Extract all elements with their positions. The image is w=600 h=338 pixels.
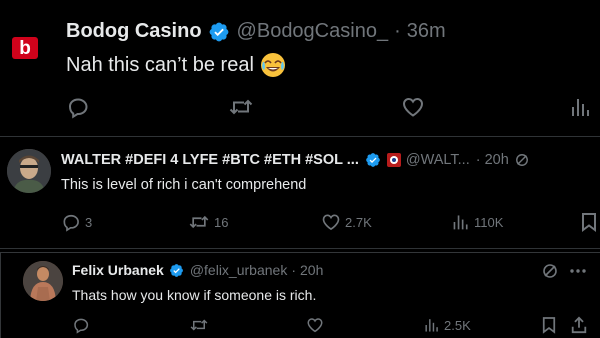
like-icon xyxy=(321,212,341,232)
repost-icon xyxy=(228,95,254,119)
timestamp[interactable]: 36m xyxy=(407,20,446,43)
grok-icon[interactable] xyxy=(515,153,529,167)
views-count: 110K xyxy=(474,214,504,230)
bookmark-icon xyxy=(581,212,597,232)
separator-dot: · xyxy=(394,20,401,42)
bookmark-icon xyxy=(542,316,556,334)
display-name[interactable]: WALTER #DEFI 4 LYFE #BTC #ETH #SOL ... xyxy=(61,152,359,168)
views-button[interactable]: 110K xyxy=(452,212,503,232)
repost-button[interactable] xyxy=(228,95,254,119)
laughing-emoji-icon xyxy=(260,52,286,78)
avatar-letter: b xyxy=(19,37,31,59)
repost-icon xyxy=(188,212,210,232)
bookmark-button[interactable] xyxy=(581,212,597,232)
views-icon xyxy=(452,212,470,232)
reply-tweet-felix[interactable]: Felix Urbanek @felix_urbanek · 20h Thats… xyxy=(0,252,600,338)
reply-icon xyxy=(66,95,90,119)
tweet-actions xyxy=(0,95,600,125)
share-button[interactable] xyxy=(570,316,588,334)
bookmark-button[interactable] xyxy=(542,316,556,334)
verified-icon xyxy=(365,152,381,168)
views-button[interactable]: 2.5K xyxy=(424,316,471,334)
views-count: 2.5K xyxy=(444,317,471,333)
separator-dot: · xyxy=(291,262,296,278)
repost-button[interactable] xyxy=(189,316,209,334)
avatar[interactable]: b xyxy=(12,37,38,59)
reply-icon xyxy=(72,316,90,334)
timestamp[interactable]: 20h xyxy=(300,262,323,278)
reply-button[interactable] xyxy=(72,316,90,334)
reply-button[interactable]: 3 xyxy=(61,212,92,232)
more-icon[interactable] xyxy=(569,263,587,279)
repost-icon xyxy=(189,316,209,334)
like-count: 2.7K xyxy=(345,214,372,230)
tweet-text: This is level of rich i can't comprehend xyxy=(61,177,307,193)
display-name[interactable]: Bodog Casino xyxy=(66,20,202,43)
handle[interactable]: @WALT... xyxy=(406,152,470,168)
share-icon xyxy=(570,316,588,334)
like-button[interactable] xyxy=(306,316,324,334)
reply-icon xyxy=(61,212,81,232)
tweet-text: Thats how you know if someone is rich. xyxy=(72,287,317,303)
tweet-text: Nah this can’t be real xyxy=(66,52,286,78)
like-icon xyxy=(401,95,425,119)
timestamp[interactable]: 20h xyxy=(485,152,509,168)
display-name[interactable]: Felix Urbanek xyxy=(72,262,164,278)
repost-count: 16 xyxy=(214,214,229,230)
separator-dot: · xyxy=(475,152,481,168)
verified-icon xyxy=(169,263,184,278)
tweet-actions: 3 16 2.7K 110K xyxy=(0,212,600,236)
views-button[interactable] xyxy=(570,95,592,119)
tweet-header: Felix Urbanek @felix_urbanek · 20h xyxy=(72,262,323,278)
views-icon xyxy=(570,95,592,119)
like-button[interactable] xyxy=(401,95,425,119)
avatar[interactable] xyxy=(7,149,51,193)
handle[interactable]: @felix_urbanek xyxy=(190,262,288,278)
reply-tweet-walter[interactable]: WALTER #DEFI 4 LYFE #BTC #ETH #SOL ... @… xyxy=(0,137,600,247)
like-icon xyxy=(306,316,324,334)
reply-button[interactable] xyxy=(66,95,90,119)
tweet-header: WALTER #DEFI 4 LYFE #BTC #ETH #SOL ... @… xyxy=(61,152,529,168)
like-button[interactable]: 2.7K xyxy=(321,212,372,232)
grok-icon[interactable] xyxy=(542,263,558,279)
tweet-main[interactable]: b Bodog Casino @BodogCasino_ · 36m Nah t… xyxy=(0,0,600,136)
views-icon xyxy=(424,316,440,334)
divider xyxy=(0,248,600,249)
reply-count: 3 xyxy=(85,214,93,230)
tweet-actions: 2.5K xyxy=(1,316,600,338)
handle[interactable]: @BodogCasino_ xyxy=(237,20,389,43)
affiliate-badge-icon[interactable] xyxy=(386,153,401,167)
repost-button[interactable]: 16 xyxy=(188,212,228,232)
timeline: b Bodog Casino @BodogCasino_ · 36m Nah t… xyxy=(0,0,600,338)
verified-icon xyxy=(208,21,230,43)
avatar[interactable] xyxy=(23,261,63,301)
tweet-text-body: Nah this can’t be real xyxy=(66,53,254,76)
tweet-header: Bodog Casino @BodogCasino_ · 36m xyxy=(66,20,446,43)
